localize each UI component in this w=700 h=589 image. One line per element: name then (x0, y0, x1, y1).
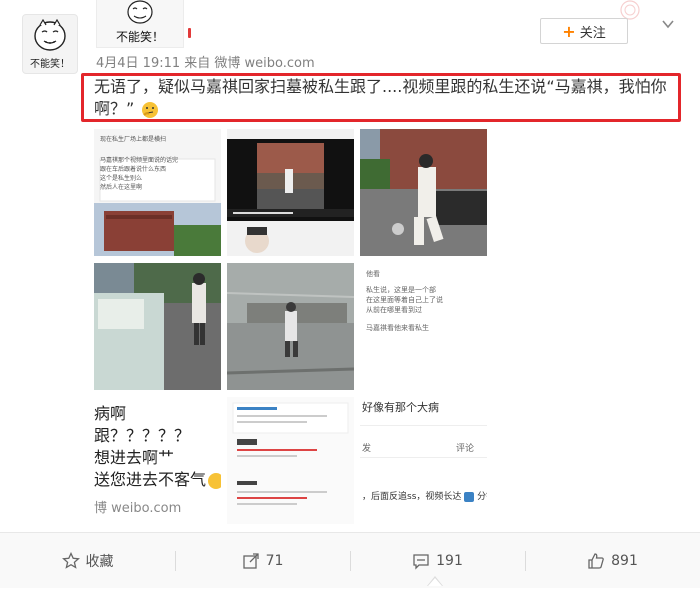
image-thumbnail[interactable] (227, 129, 354, 256)
post-text: 无语了，疑似马嘉祺回家扫墓被私生跟了....视频里跟的私生还说“马嘉祺，我怕你啊… (94, 77, 667, 118)
screenshot-text-block: 病啊 跟？？？？？ 想进去啊艹 送您进去不客气 博 weibo.com (94, 397, 221, 524)
screenshot-text: 分钟! (477, 492, 487, 502)
screenshot-text: 从前在哪里看到过 (366, 306, 422, 314)
screenshot-text: 跟？？？？？ (94, 426, 191, 445)
username[interactable]: 不能笑！ (116, 28, 164, 45)
verified-mark (188, 28, 191, 38)
image-thumbnail[interactable] (94, 263, 221, 390)
meme-face-icon (32, 18, 68, 51)
post-content: 无语了，疑似马嘉祺回家扫墓被私生跟了....视频里跟的私生还说“马嘉祺，我怕你啊… (94, 76, 678, 120)
image-thumbnail[interactable]: 他看 私生说，这里是一个部 在这里面等着自己上了说 从前在哪里看到过 马嘉祺看他… (360, 263, 487, 390)
thumbs-up-icon (588, 553, 604, 569)
username-banner[interactable]: 不能笑！ (96, 0, 184, 48)
screenshot-text: 在这里面等着自己上了说 (366, 296, 443, 304)
plus-icon: + (562, 21, 576, 41)
smile-emoji-icon (208, 472, 221, 489)
screenshot-text: 想进去啊艹 (94, 448, 175, 467)
comment-count: 191 (436, 553, 463, 569)
avatar[interactable]: 不能笑！ (22, 14, 78, 74)
image-thumbnail[interactable] (227, 397, 354, 524)
repost-button[interactable]: 71 (175, 533, 350, 589)
favorite-label: 收藏 (85, 554, 114, 570)
image-thumbnail[interactable] (360, 129, 487, 256)
like-button[interactable]: 891 (525, 533, 700, 589)
screenshot-text: 送您进去不客气 (94, 469, 221, 491)
screenshot-text: 好像有那个大病 (362, 401, 439, 414)
image-grid: 现在私生厂场上都是横扫 马嘉祺那个视频里面说的话完 跟在车后跟着说什么东西 这个… (94, 129, 488, 524)
comment-icon (413, 554, 429, 570)
thinking-emoji-icon (142, 101, 159, 118)
screenshot-text: 马嘉祺看他来看私生 (366, 324, 429, 332)
screenshot-text: 私生说，这里是一个部 (366, 286, 436, 294)
screenshot-text: ，后面反追ss，视频长达 (362, 492, 462, 502)
favorite-button[interactable]: 收藏 (0, 533, 175, 589)
action-bar: 收藏 71 191 891 (0, 532, 700, 588)
avatar-caption: 不能笑！ (30, 59, 70, 70)
screenshot-text: 他看 (366, 270, 380, 278)
repost-count: 71 (265, 553, 284, 569)
screenshot-text: 这个是私生别么 (100, 175, 143, 182)
screenshot-text: 发 (362, 444, 372, 454)
comment-pointer-inner (428, 578, 442, 586)
screenshot-text: 马嘉祺那个视频里面说的话完 (100, 157, 179, 164)
image-thumbnail[interactable]: 病啊 跟？？？？？ 想进去啊艹 送您进去不客气 博 weibo.com (94, 397, 221, 524)
share-icon (242, 553, 259, 569)
image-thumbnail[interactable]: 现在私生厂场上都是横扫 马嘉祺那个视频里面说的话完 跟在车后跟着说什么东西 这个… (94, 129, 221, 256)
screenshot-text: 然后人在这里啊 (100, 184, 143, 191)
screenshot-text: 病啊 (94, 404, 127, 423)
screenshot-text: 现在私生厂场上都是横扫 (100, 136, 167, 143)
meme-face-icon (120, 0, 160, 30)
screenshot-text-block: 他看 私生说，这里是一个部 在这里面等着自己上了说 从前在哪里看到过 马嘉祺看他… (360, 263, 487, 390)
follow-label: 关注 (579, 25, 606, 41)
star-icon (61, 552, 80, 569)
image-thumbnail[interactable] (227, 263, 354, 390)
image-thumbnail[interactable]: 好像有那个大病 发 评论 ，后面反追ss，视频长达 分钟! (360, 397, 487, 524)
screenshot-text: 评论 (456, 444, 475, 454)
screenshot-text: 跟在车后跟着说什么东西 (100, 166, 167, 173)
watermark: 博 weibo.com (94, 501, 182, 516)
screenshot-text-block: 好像有那个大病 发 评论 ，后面反追ss，视频长达 分钟! (360, 397, 487, 524)
follow-button[interactable]: + 关注 (540, 18, 628, 44)
weibo-post-card: 不能笑！ 不能笑！ 4月4日 19:11 来自 微博 weibo.com + 关… (0, 0, 700, 588)
number-badge-icon (464, 491, 475, 502)
chevron-down-icon[interactable] (660, 16, 676, 32)
like-count: 891 (611, 553, 638, 569)
post-time-source[interactable]: 4月4日 19:11 来自 微博 weibo.com (96, 52, 315, 71)
